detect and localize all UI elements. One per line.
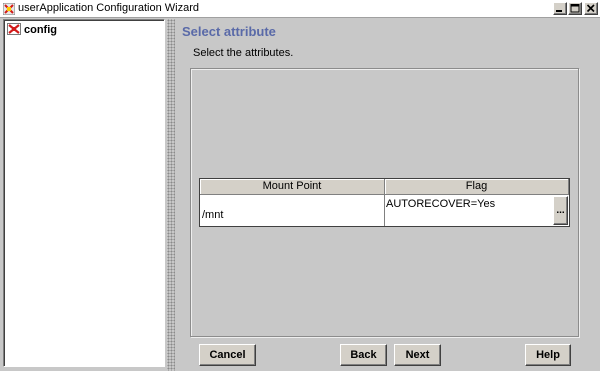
flag-cell[interactable]: AUTORECOVER=Yes: [385, 195, 553, 226]
help-button[interactable]: Help: [525, 344, 571, 366]
column-header-flag[interactable]: Flag: [385, 179, 569, 195]
attribute-table: Mount Point Flag /mnt AUTORECOVER=Yes ..…: [199, 178, 570, 227]
minimize-button[interactable]: [553, 2, 567, 15]
tree-item-config[interactable]: config: [7, 22, 57, 38]
tree-panel: config: [3, 19, 165, 367]
instruction-text: Select the attributes.: [193, 47, 294, 59]
mount-point-cell[interactable]: /mnt: [200, 195, 385, 226]
minimize-icon: [556, 10, 562, 12]
column-header-mount-point[interactable]: Mount Point: [200, 179, 385, 195]
close-icon: [586, 4, 595, 13]
app-icon: [2, 2, 16, 16]
next-button[interactable]: Next: [394, 344, 441, 366]
maximize-icon: [570, 4, 580, 13]
window-title-bar: userApplication Configuration Wizard: [0, 0, 600, 18]
close-button[interactable]: [584, 2, 598, 15]
edit-flag-button[interactable]: ...: [553, 196, 568, 225]
cancel-button[interactable]: Cancel: [199, 344, 256, 366]
page-title: Select attribute: [182, 24, 276, 39]
tree-item-label: config: [24, 24, 57, 36]
config-icon: [7, 22, 21, 38]
maximize-button[interactable]: [568, 2, 582, 15]
panel-splitter[interactable]: [167, 19, 175, 371]
back-button[interactable]: Back: [340, 344, 387, 366]
window-title: userApplication Configuration Wizard: [18, 2, 199, 14]
